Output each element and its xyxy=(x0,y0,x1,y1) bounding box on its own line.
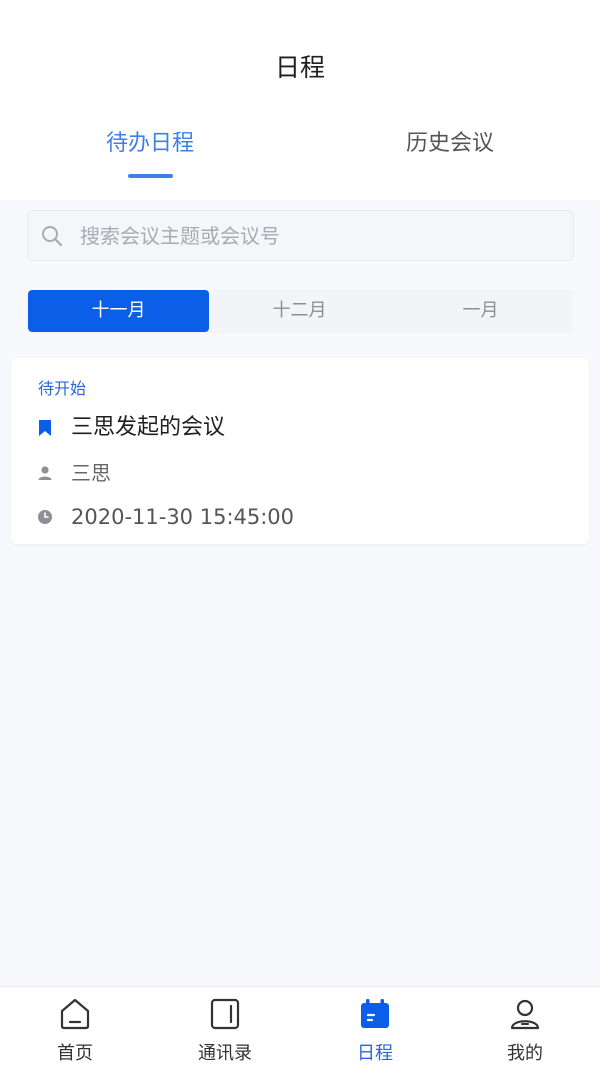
active-tab-indicator xyxy=(128,174,173,178)
month-tab-november[interactable]: 十一月 xyxy=(28,290,209,332)
month-tab-january[interactable]: 一月 xyxy=(390,290,571,332)
nav-contacts-label: 通讯录 xyxy=(198,1043,252,1064)
month-selector: 十一月 十二月 一月 xyxy=(28,290,572,332)
search-icon xyxy=(42,226,63,247)
nav-contacts[interactable]: 通讯录 xyxy=(150,987,300,1067)
calendar-icon xyxy=(361,999,389,1028)
search-input[interactable]: 搜索会议主题或会议号 xyxy=(27,210,574,261)
meeting-host: 三思 xyxy=(71,461,111,485)
tab-bar: 待办日程 历史会议 xyxy=(0,124,600,184)
header: 日程 待办日程 历史会议 xyxy=(0,0,600,200)
tab-history-meetings[interactable]: 历史会议 xyxy=(360,124,540,164)
nav-profile[interactable]: 我的 xyxy=(450,987,600,1067)
schedule-screen: 日程 待办日程 历史会议 搜索会议主题或会议号 十一月 十二月 一月 待开始 三… xyxy=(0,0,600,1067)
nav-schedule-label: 日程 xyxy=(357,1043,393,1064)
bookmark-icon xyxy=(39,420,51,436)
home-icon xyxy=(60,998,90,1030)
contacts-icon xyxy=(210,998,240,1030)
bottom-navigation: 首页 通讯录 日程 我的 xyxy=(0,986,600,1067)
meeting-title: 三思发起的会议 xyxy=(71,415,226,440)
page-title: 日程 xyxy=(274,53,325,82)
meeting-card[interactable]: 待开始 三思发起的会议 三思 2020-11-30 15:45:00 xyxy=(11,358,589,544)
nav-home[interactable]: 首页 xyxy=(0,987,150,1067)
user-icon xyxy=(38,466,52,480)
nav-profile-label: 我的 xyxy=(507,1043,543,1064)
meeting-time: 2020-11-30 15:45:00 xyxy=(71,505,295,529)
meeting-status: 待开始 xyxy=(38,379,87,398)
month-tab-december[interactable]: 十二月 xyxy=(209,290,390,332)
nav-schedule[interactable]: 日程 xyxy=(300,987,450,1067)
search-area: 搜索会议主题或会议号 xyxy=(0,200,600,280)
search-placeholder: 搜索会议主题或会议号 xyxy=(80,224,280,248)
profile-icon xyxy=(510,999,540,1030)
tab-pending-schedule[interactable]: 待办日程 xyxy=(60,124,240,164)
clock-icon xyxy=(38,510,52,524)
nav-home-label: 首页 xyxy=(57,1043,93,1064)
